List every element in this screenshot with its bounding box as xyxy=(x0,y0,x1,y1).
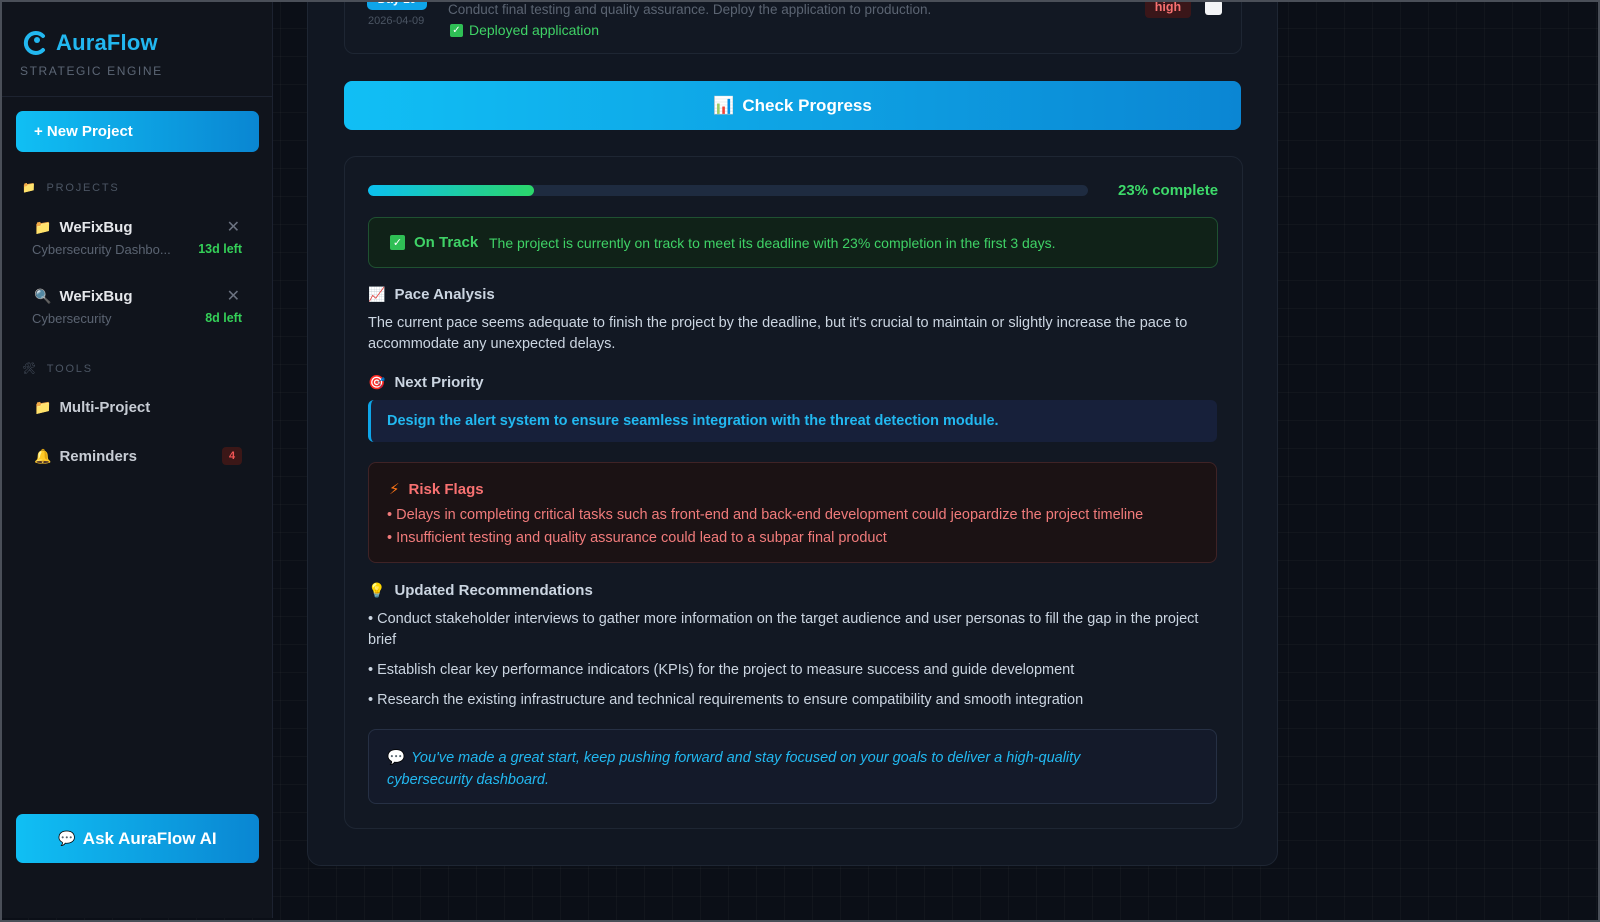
folder-icon: 📁 xyxy=(34,219,52,235)
encouragement-box: 💬 You've made a great start, keep pushing… xyxy=(368,729,1217,804)
aura-logo-icon xyxy=(23,31,45,55)
progress-bar-fill xyxy=(368,185,534,196)
sidebar-divider xyxy=(2,96,272,97)
project-days-left: 13d left xyxy=(198,242,242,256)
close-icon[interactable]: ✕ xyxy=(227,286,240,306)
check-progress-button[interactable]: 📊 Check Progress xyxy=(344,81,1241,130)
lightbulb-icon: 💡 xyxy=(368,582,386,598)
reminders-count-badge: 4 xyxy=(222,447,242,465)
progress-bar xyxy=(368,185,1088,196)
folder-icon: 📁 xyxy=(34,399,52,415)
next-priority-heading: 🎯 Next Priority xyxy=(368,374,484,391)
encouragement-text: You've made a great start, keep pushing … xyxy=(387,750,1081,788)
trend-chart-icon: 📈 xyxy=(368,286,386,302)
task-description: Conduct final testing and quality assura… xyxy=(448,2,932,17)
magnifier-icon: 🔍 xyxy=(34,288,52,304)
task-deliverable: ✓ Deployed application xyxy=(450,22,599,38)
project-subtitle: Cybersecurity xyxy=(32,311,112,326)
sidebar-item-reminders[interactable]: 🔔 Reminders xyxy=(34,448,137,465)
tools-label: TOOLS xyxy=(46,362,93,375)
close-icon[interactable]: ✕ xyxy=(227,217,240,237)
risk-flags-heading: ⚡ Risk Flags xyxy=(389,480,484,499)
sidebar-project-item[interactable]: 📁 WeFixBug ✕ Cybersecurity Dashbo... 13d… xyxy=(22,219,252,277)
pace-analysis-heading: 📈 Pace Analysis xyxy=(368,286,495,303)
projects-label: PROJECTS xyxy=(46,181,120,194)
next-priority-text: Design the alert system to ensure seamle… xyxy=(387,413,999,429)
project-name: WeFixBug xyxy=(59,219,133,236)
pace-title: Pace Analysis xyxy=(394,286,495,303)
status-label: On Track xyxy=(414,234,479,251)
chat-bubble-icon: 💬 xyxy=(58,830,76,846)
progress-percent: 23% complete xyxy=(1118,182,1219,199)
sidebar-item-multi-project[interactable]: 📁 Multi-Project xyxy=(34,399,150,416)
risk-flags-box: ⚡ Risk Flags • Delays in completing crit… xyxy=(368,462,1217,563)
recommendation-item: • Conduct stakeholder interviews to gath… xyxy=(368,611,1199,648)
tools-section-label: 🛠 TOOLS xyxy=(22,362,93,376)
project-subtitle: Cybersecurity Dashbo... xyxy=(32,242,171,257)
recommendations-title: Updated Recommendations xyxy=(394,582,593,599)
next-priority-box: Design the alert system to ensure seamle… xyxy=(368,400,1217,442)
task-date: 2026-04-09 xyxy=(368,15,425,27)
ask-label: Ask AuraFlow AI xyxy=(82,828,217,848)
sidebar-project-item[interactable]: 🔍 WeFixBug ✕ Cybersecurity 8d left xyxy=(22,288,252,346)
task-checkbox[interactable] xyxy=(1205,0,1222,15)
project-name: WeFixBug xyxy=(59,288,133,305)
bell-icon: 🔔 xyxy=(34,448,52,464)
check-progress-label: Check Progress xyxy=(742,95,872,115)
tool-label: Multi-Project xyxy=(59,399,151,416)
day-badge: Day 10 xyxy=(367,0,427,10)
brand[interactable]: AuraFlow xyxy=(22,30,158,56)
project-days-left: 8d left xyxy=(205,311,242,325)
recommendations-heading: 💡 Updated Recommendations xyxy=(368,582,593,599)
new-project-button[interactable]: + New Project xyxy=(16,111,259,152)
checkmark-icon: ✓ xyxy=(450,23,463,37)
brand-name: AuraFlow xyxy=(56,30,158,55)
tools-icon: 🛠 xyxy=(22,363,38,375)
pace-analysis-text: The current pace seems adequate to finis… xyxy=(368,315,1188,352)
projects-section-label: 📁 PROJECTS xyxy=(22,181,120,195)
recommendation-item: • Establish clear key performance indica… xyxy=(368,662,1075,678)
status-banner: ✓ On Track The project is currently on t… xyxy=(368,217,1218,268)
risk-title: Risk Flags xyxy=(408,480,484,498)
risk-item: • Insufficient testing and quality assur… xyxy=(387,530,887,546)
recommendation-item: • Research the existing infrastructure a… xyxy=(368,692,1084,708)
chat-bubble-icon: 💬 xyxy=(387,750,406,766)
deliverable-text: Deployed application xyxy=(469,22,599,38)
risk-item: • Delays in completing critical tasks su… xyxy=(387,507,1144,523)
checkmark-icon: ✓ xyxy=(390,235,405,250)
next-priority-title: Next Priority xyxy=(394,374,484,391)
status-message: The project is currently on track to mee… xyxy=(489,235,1056,251)
lightning-icon: ⚡ xyxy=(389,481,400,498)
folder-icon: 📁 xyxy=(22,182,38,194)
tool-label: Reminders xyxy=(59,448,137,465)
priority-badge: high xyxy=(1145,0,1191,18)
bar-chart-icon: 📊 xyxy=(713,95,735,115)
brand-subtitle: STRATEGIC ENGINE xyxy=(20,64,163,78)
ask-auraflow-ai-button[interactable]: 💬 Ask AuraFlow AI xyxy=(16,814,259,863)
target-icon: 🎯 xyxy=(368,374,386,390)
